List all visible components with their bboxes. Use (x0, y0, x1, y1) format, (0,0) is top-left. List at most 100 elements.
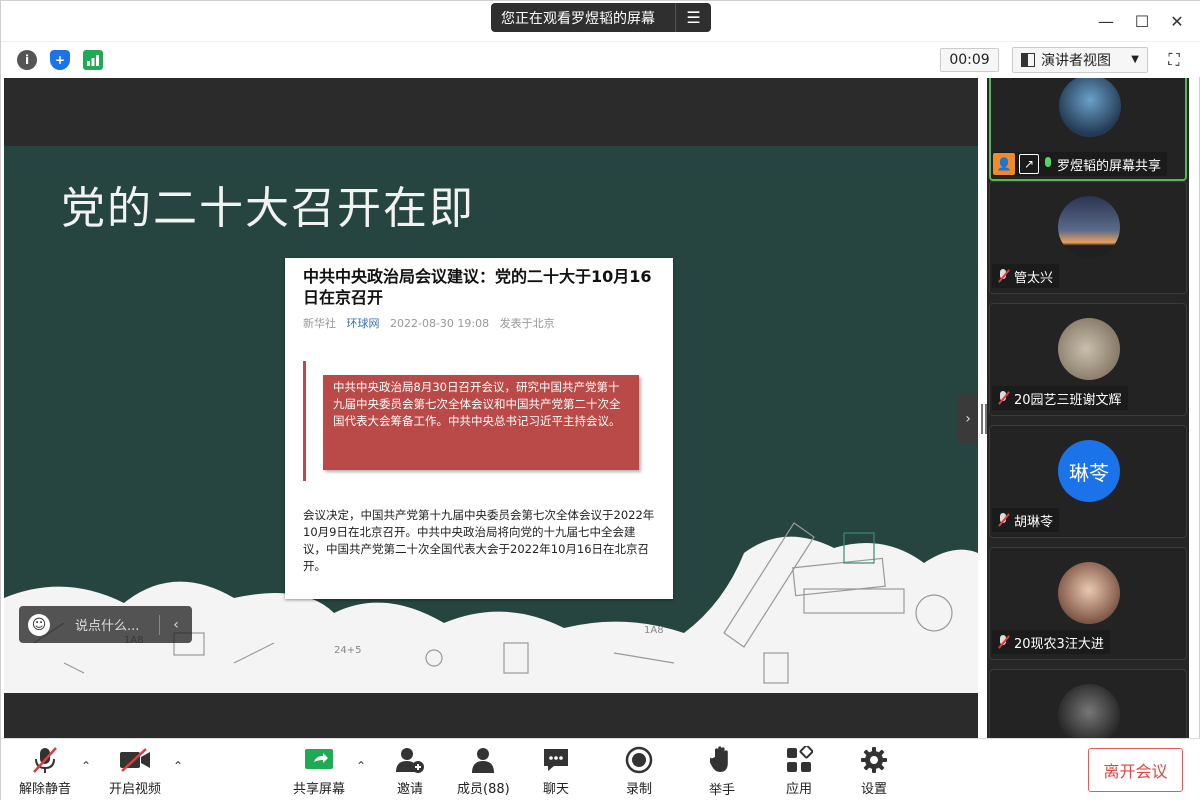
participant-tile[interactable]: ⌄ (989, 669, 1187, 738)
raise-hand-label: 举手 (709, 783, 736, 798)
speaker-view-icon (1021, 53, 1035, 67)
gear-icon (860, 745, 888, 774)
meeting-window: 您正在观看罗煜韬的屏幕 ☰ — ☐ ✕ i + 00:09 演讲者视图 ▼ ⛶ … (0, 0, 1200, 800)
screen-share-notice-text: 您正在观看罗煜韬的屏幕 (501, 10, 655, 27)
add-user-icon (395, 745, 425, 774)
list-icon[interactable]: ☰ (676, 8, 711, 27)
chevron-right-icon: › (965, 411, 971, 427)
meeting-toolbar: 解除静音 ⌃ 开启视频 ⌃ 共享屏幕 ⌃ 邀请 成员(88) 聊天 录制 举手 … (1, 738, 1200, 800)
record-label: 录制 (625, 782, 652, 797)
share-screen-button[interactable]: 共享屏幕 (293, 745, 345, 797)
participant-name: 罗煜韬的屏幕共享 (1057, 158, 1162, 174)
members-button[interactable]: 成员(88) (457, 745, 510, 797)
apps-button[interactable]: 应用 (785, 745, 813, 797)
article-body: 会议决定，中国共产党第十九届中央委员会第七次全体会议于2022年10月9日在北京… (303, 508, 655, 573)
chevron-up-icon[interactable]: ⌃ (356, 759, 366, 773)
view-mode-label: 演讲者视图 (1041, 53, 1111, 69)
participant-name: 胡琳苓 (1014, 514, 1054, 530)
avatar (1058, 684, 1120, 738)
view-mode-select[interactable]: 演讲者视图 ▼ (1012, 47, 1148, 73)
avatar-initials: 琳苓 (1069, 460, 1109, 485)
participants-icon (469, 745, 497, 774)
participant-gallery: 👤 ↗ 罗煜韬的屏幕共享 管太兴 20园艺三班谢文辉 琳苓 胡琳苓 20现农3汪… (987, 78, 1189, 738)
leave-meeting-button[interactable]: 离开会议 (1088, 748, 1183, 792)
svg-text:24+5: 24+5 (334, 645, 361, 656)
shared-screen-area: 党的二十大召开在即 24+5 1A8 中共中央政治局会议建议：党的二十大于10月… (4, 78, 978, 738)
chevron-up-icon[interactable]: ⌃ (81, 759, 91, 773)
avatar (1059, 78, 1121, 137)
invite-label: 邀请 (396, 782, 423, 797)
share-screen-label: 共享屏幕 (293, 782, 346, 797)
quote-accent-bar (303, 361, 306, 481)
participant-tile[interactable]: 管太兴 (989, 181, 1187, 294)
mic-muted-icon (996, 512, 1010, 528)
unmute-button[interactable]: 解除静音 (19, 745, 71, 797)
news-article-card: 中共中央政治局会议建议：党的二十大于10月16日在京召开 新华社 环球网 202… (285, 258, 673, 599)
article-source: 新华社 (303, 317, 336, 330)
fullscreen-icon[interactable]: ⛶ (1163, 50, 1185, 70)
host-icon: 👤 (993, 153, 1015, 175)
screen-share-notice[interactable]: 您正在观看罗煜韬的屏幕 ☰ (491, 3, 711, 32)
settings-button[interactable]: 设置 (860, 745, 888, 797)
chevron-down-icon: ▼ (1131, 54, 1139, 65)
share-screen-icon (304, 745, 334, 774)
unmute-label: 解除静音 (19, 782, 72, 797)
chevron-up-icon[interactable]: ⌃ (173, 759, 183, 773)
article-headline: 中共中央政治局会议建议：党的二十大于10月16日在京召开 (303, 267, 652, 307)
chat-label: 聊天 (542, 782, 569, 797)
article-site: 环球网 (346, 317, 380, 330)
info-icon[interactable]: i (17, 50, 37, 70)
chat-input-bubble[interactable]: ☺ 说点什么... ‹ (19, 606, 192, 643)
video-off-icon (118, 745, 152, 774)
record-icon (625, 745, 653, 774)
maximize-icon[interactable]: ☐ (1132, 11, 1152, 31)
article-meta: 新华社 环球网 2022-08-30 19:08 发表于北京 (303, 315, 555, 331)
participant-nametag: 20现农3汪大进 (992, 630, 1110, 654)
meeting-info-bar: i + 00:09 演讲者视图 ▼ ⛶ (1, 41, 1200, 77)
participant-name: 20园艺三班谢文辉 (1014, 392, 1122, 408)
chevron-left-icon[interactable]: ‹ (160, 617, 192, 633)
article-date: 2022-08-30 19:08 (390, 317, 490, 330)
screen-share-icon: ↗ (1019, 154, 1039, 174)
emoji-icon[interactable]: ☺ (19, 613, 59, 636)
shield-icon[interactable]: + (50, 50, 70, 70)
signal-bars-icon[interactable] (83, 50, 103, 70)
participant-nametag: 胡琳苓 (992, 508, 1060, 532)
apps-grid-icon (785, 745, 813, 774)
mic-muted-icon (32, 745, 58, 774)
meeting-timer: 00:09 (940, 48, 999, 72)
title-bar: 您正在观看罗煜韬的屏幕 ☰ — ☐ ✕ (1, 1, 1200, 41)
close-icon[interactable]: ✕ (1167, 11, 1187, 31)
collapse-gallery-button[interactable]: › (958, 394, 978, 444)
start-video-label: 开启视频 (109, 782, 162, 797)
apps-label: 应用 (785, 782, 812, 797)
article-location: 发表于北京 (499, 317, 555, 330)
chat-placeholder[interactable]: 说点什么... (59, 615, 159, 634)
participant-nametag: 20园艺三班谢文辉 (992, 386, 1128, 410)
participant-name: 管太兴 (1014, 270, 1054, 286)
record-button[interactable]: 录制 (625, 745, 653, 797)
minimize-icon[interactable]: — (1096, 11, 1116, 31)
slide-title: 党的二十大召开在即 (61, 183, 475, 234)
avatar (1058, 562, 1120, 624)
mic-on-icon (1043, 156, 1053, 172)
invite-button[interactable]: 邀请 (395, 745, 425, 797)
settings-label: 设置 (860, 782, 887, 797)
raise-hand-button[interactable]: 举手 (709, 745, 736, 798)
mic-muted-icon (996, 390, 1010, 406)
participant-nametag: 👤 ↗ 罗煜韬的屏幕共享 (993, 152, 1168, 176)
participant-tile[interactable]: 20园艺三班谢文辉 (989, 303, 1187, 416)
participant-tile[interactable]: 20现农3汪大进 (989, 547, 1187, 660)
svg-text:1A8: 1A8 (644, 625, 664, 636)
chat-button[interactable]: 聊天 (542, 745, 570, 797)
article-quote: 中共中央政治局8月30日召开会议，研究中国共产党第十九届中央委员会第七次全体会议… (323, 375, 639, 470)
mic-muted-icon (996, 634, 1010, 650)
start-video-button[interactable]: 开启视频 (109, 745, 161, 797)
participant-nametag: 管太兴 (992, 264, 1060, 288)
members-label: 成员(88) (457, 782, 510, 797)
avatar (1058, 196, 1120, 258)
mic-muted-icon (996, 268, 1010, 284)
participant-tile[interactable]: 👤 ↗ 罗煜韬的屏幕共享 (989, 78, 1187, 181)
avatar (1058, 318, 1120, 380)
participant-tile[interactable]: 琳苓 胡琳苓 (989, 425, 1187, 538)
